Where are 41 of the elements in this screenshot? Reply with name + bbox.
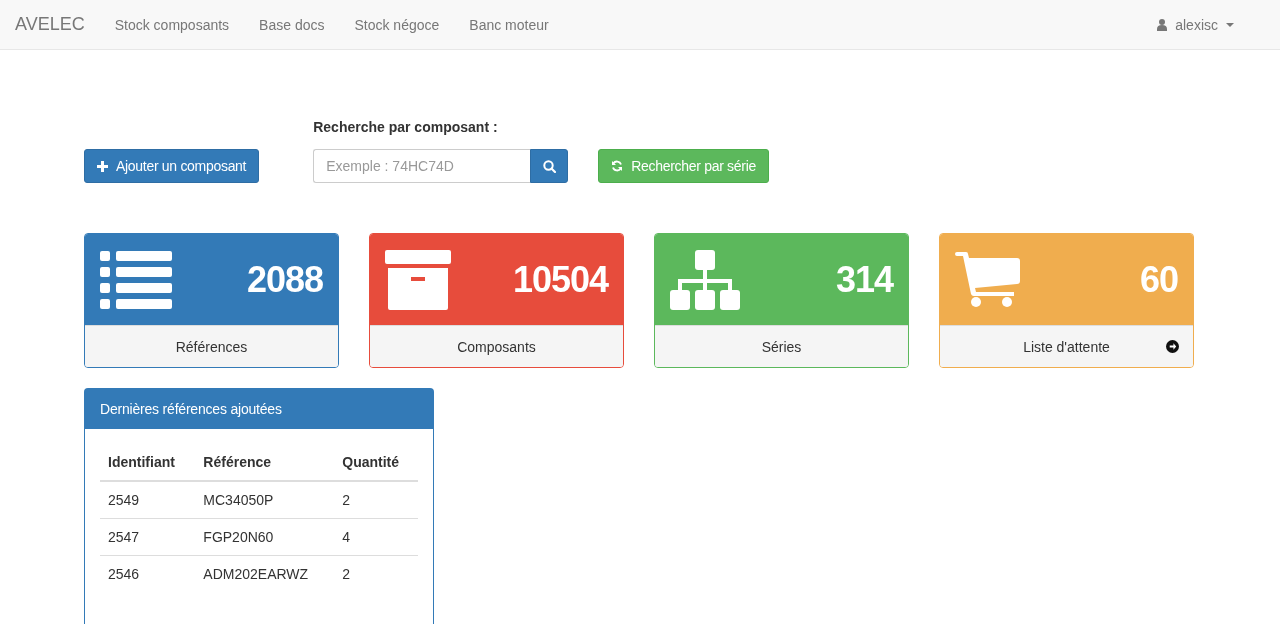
brand-logo[interactable]: AVELEC bbox=[15, 14, 85, 35]
table-cell: FGP20N60 bbox=[195, 518, 335, 556]
nav-link[interactable]: Stock négoce bbox=[339, 16, 455, 33]
table-cell: 2 bbox=[334, 481, 418, 519]
plus-icon bbox=[97, 160, 108, 172]
stat-card-footer[interactable]: Liste d'attente bbox=[940, 325, 1193, 367]
add-component-button[interactable]: Ajouter un composant bbox=[84, 149, 260, 183]
table-cell: ADM202EARWZ bbox=[195, 555, 335, 592]
panel-title: Dernières références ajoutées bbox=[100, 401, 282, 417]
stat-count: 60 bbox=[1139, 258, 1178, 301]
table-cell: 2549 bbox=[100, 481, 196, 519]
stat-label: Liste d'attente bbox=[1023, 338, 1110, 355]
column-header: Référence bbox=[195, 444, 335, 481]
stat-label: Séries bbox=[761, 338, 802, 355]
column-header: Identifiant bbox=[100, 444, 196, 481]
search-icon bbox=[542, 159, 556, 173]
stat-count: 2088 bbox=[246, 258, 323, 301]
table-cell: 2547 bbox=[100, 518, 196, 556]
stat-label: Références bbox=[175, 338, 248, 355]
caret-icon bbox=[1226, 22, 1234, 27]
nav-link[interactable]: Stock composants bbox=[99, 16, 245, 33]
user-menu[interactable]: alexisc bbox=[1142, 16, 1249, 33]
table-cell: 2 bbox=[334, 555, 418, 592]
user-icon bbox=[1157, 18, 1168, 31]
refresh-icon bbox=[611, 160, 624, 172]
nav-link[interactable]: Base docs bbox=[244, 16, 340, 33]
stat-count: 10504 bbox=[512, 258, 608, 301]
stat-card-footer[interactable]: Composants bbox=[370, 325, 623, 367]
stat-label: Composants bbox=[457, 338, 536, 355]
table-cell: 4 bbox=[334, 518, 418, 556]
series-search-button[interactable]: Rechercher par série bbox=[598, 149, 769, 183]
table-cell: MC34050P bbox=[195, 481, 335, 519]
search-field[interactable]: Exemple : 74HC74D bbox=[313, 149, 531, 183]
nav-link[interactable]: Banc moteur bbox=[454, 16, 564, 33]
stat-card-footer[interactable]: Références bbox=[85, 325, 338, 367]
table-cell: 2546 bbox=[100, 555, 196, 592]
search-label: Recherche par composant : bbox=[313, 119, 499, 135]
search-button[interactable] bbox=[530, 149, 569, 183]
stat-card-footer[interactable]: Séries bbox=[655, 325, 908, 367]
column-header: Quantité bbox=[334, 444, 418, 481]
stat-count: 314 bbox=[835, 258, 893, 301]
